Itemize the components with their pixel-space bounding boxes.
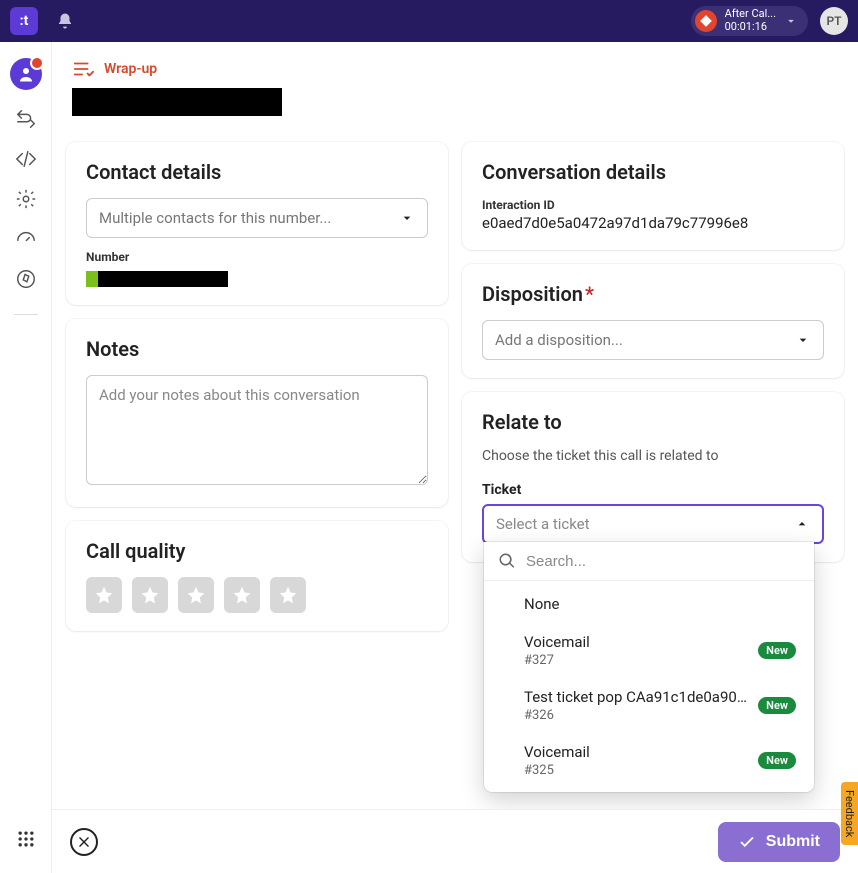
notes-title: Notes [86,337,428,361]
relate-title: Relate to [482,410,824,434]
footer: Submit [52,809,858,873]
disposition-placeholder: Add a disposition... [495,331,795,349]
number-label: Number [86,250,428,264]
ticket-option-sub: #327 [524,653,750,668]
ticket-option-title: Test ticket pop CAa91c1de0a908e... [524,688,750,706]
ticket-search-input[interactable] [526,553,800,570]
star-1[interactable] [86,577,122,613]
agent-status-dot [30,56,44,70]
ticket-combobox[interactable]: Select a ticket None [482,504,824,544]
content-header: Wrap-up [52,42,858,124]
nav-route-icon[interactable] [15,108,37,130]
search-icon [498,552,516,570]
ticket-label: Ticket [482,482,824,498]
apps-grid-icon[interactable] [16,829,36,849]
nav-code-icon[interactable] [15,148,37,170]
call-status-timer: 00:01:16 [725,21,776,34]
star-4[interactable] [224,577,260,613]
badge-new: New [758,697,796,714]
ticket-option-title: Voicemail [524,743,750,761]
wrapup-label: Wrap-up [104,61,157,77]
sidenav [0,42,52,873]
chevron-up-icon [794,516,810,532]
chevron-down-icon [399,210,415,226]
ticket-combobox-placeholder: Select a ticket [496,515,794,533]
badge-new: New [758,752,796,769]
relate-to-card: Relate to Choose the ticket this call is… [462,392,844,562]
compass-icon[interactable] [15,268,37,290]
submit-button[interactable]: Submit [718,822,840,862]
call-status-pill[interactable]: After Cal... 00:01:16 [691,6,808,35]
ticket-option-list[interactable]: None Voicemail #327 New [484,581,814,792]
wrapup-header: Wrap-up [72,58,838,80]
dashboard-gauge-icon[interactable] [15,228,37,250]
relate-subtitle: Choose the ticket this call is related t… [482,448,824,464]
avatar[interactable]: PT [820,7,848,35]
ticket-dropdown: None Voicemail #327 New [484,542,814,792]
ticket-option[interactable]: Test ticket pop CAa91c1de0a908e... #326 … [484,678,814,733]
contact-details-card: Contact details Multiple contacts for th… [66,142,448,305]
contact-details-title: Contact details [86,160,428,184]
interaction-id-value: e0aed7d0e5a0472a97d1da79c77996e8 [482,214,824,232]
star-3[interactable] [178,577,214,613]
conversation-details-card: Conversation details Interaction ID e0ae… [462,142,844,250]
disposition-title: Disposition* [482,282,824,306]
disposition-select[interactable]: Add a disposition... [482,320,824,360]
agent-status-badge[interactable] [10,58,42,90]
content: Wrap-up Contact details Multiple contact… [52,42,858,873]
topbar: :t After Cal... 00:01:16 PT [0,0,858,42]
gear-icon[interactable] [15,188,37,210]
ticket-option-title: None [524,595,796,613]
feedback-tab[interactable]: Feedback [841,782,858,845]
ticket-option[interactable]: Voicemail #325 New [484,733,814,788]
notes-textarea[interactable] [86,375,428,485]
cancel-button[interactable] [70,828,98,856]
call-quality-title: Call quality [86,539,428,563]
disposition-card: Disposition* Add a disposition... [462,264,844,378]
interaction-id-label: Interaction ID [482,198,824,212]
sidenav-divider [14,314,38,315]
contact-select[interactable]: Multiple contacts for this number... [86,198,428,238]
number-value-redacted [98,271,228,287]
redacted-contact-name [72,88,282,116]
ticket-option[interactable]: Voicemail #327 New [484,623,814,678]
ticket-search-row [484,542,814,581]
contact-select-placeholder: Multiple contacts for this number... [99,209,399,227]
call-status-icon [695,10,717,32]
badge-new: New [758,642,796,659]
star-2[interactable] [132,577,168,613]
star-5[interactable] [270,577,306,613]
chevron-down-icon [795,332,811,348]
notes-card: Notes [66,319,448,507]
chevron-down-icon [784,14,798,28]
submit-label: Submit [766,833,820,851]
star-rating [86,577,428,613]
conversation-title: Conversation details [482,160,824,184]
close-icon [77,835,91,849]
number-prefix-redacted [86,271,98,287]
ticket-option-sub: #326 [524,708,750,723]
call-quality-card: Call quality [66,521,448,631]
ticket-option-title: Voicemail [524,633,750,651]
ticket-option-sub: #325 [524,763,750,778]
ticket-option[interactable]: None [484,585,814,623]
wrapup-icon [72,58,94,80]
app-logo[interactable]: :t [10,7,38,35]
check-icon [738,833,756,851]
cards-area: Contact details Multiple contacts for th… [52,124,858,809]
bell-icon[interactable] [56,12,74,30]
